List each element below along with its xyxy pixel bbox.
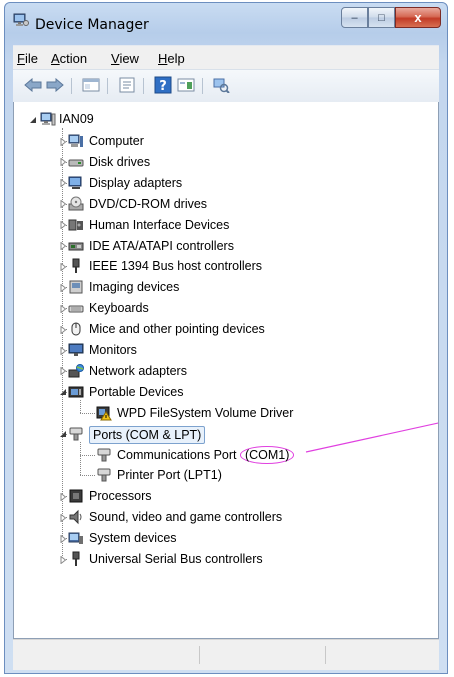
maximize-icon: □	[378, 11, 385, 24]
caption-buttons: – □ x	[341, 7, 441, 29]
toolbar-separator	[143, 78, 144, 94]
scan-hardware-button[interactable]	[211, 76, 231, 96]
close-icon: x	[414, 10, 422, 25]
close-button[interactable]: x	[395, 7, 441, 28]
help-button[interactable]: ?	[153, 76, 173, 96]
status-bar	[13, 639, 439, 670]
menu-action[interactable]: Action	[51, 51, 87, 66]
properties-button[interactable]	[117, 76, 137, 96]
status-cell	[13, 646, 200, 664]
svg-text:?: ?	[159, 79, 167, 94]
toolbar-separator	[71, 78, 72, 94]
status-cell	[201, 646, 326, 664]
scan-hardware-icon	[212, 77, 230, 96]
show-hide-tree-icon	[82, 77, 100, 96]
console-tree-icon	[177, 77, 195, 96]
window-title: Device Manager	[35, 17, 149, 33]
toolbar-separator	[202, 78, 203, 94]
device-manager-window: Device Manager – □ x File Action View He…	[4, 2, 448, 674]
menu-file[interactable]: File	[17, 51, 38, 66]
show-hide-tree-button[interactable]	[81, 76, 101, 96]
maximize-button[interactable]: □	[368, 7, 395, 28]
forward-arrow-icon	[46, 77, 64, 95]
status-cell	[327, 646, 437, 664]
forward-button[interactable]	[45, 76, 65, 96]
properties-icon	[118, 77, 136, 96]
minimize-icon: –	[351, 11, 358, 24]
help-icon: ?	[154, 76, 172, 97]
toolbar: ?	[13, 69, 439, 103]
back-arrow-icon	[24, 77, 42, 95]
annotation-line	[305, 422, 438, 453]
console-tree-button[interactable]	[176, 76, 196, 96]
menu-help[interactable]: Help	[158, 51, 185, 66]
menu-bar: File Action View Help	[13, 45, 439, 70]
title-bar[interactable]: Device Manager – □ x	[5, 3, 447, 37]
device-manager-icon	[13, 13, 29, 27]
back-button[interactable]	[23, 76, 43, 96]
toolbar-separator	[107, 78, 108, 94]
minimize-button[interactable]: –	[341, 7, 368, 28]
menu-view[interactable]: View	[111, 51, 139, 66]
device-tree[interactable]: IAN09 Computer Disk drives Display adapter…	[13, 102, 439, 639]
